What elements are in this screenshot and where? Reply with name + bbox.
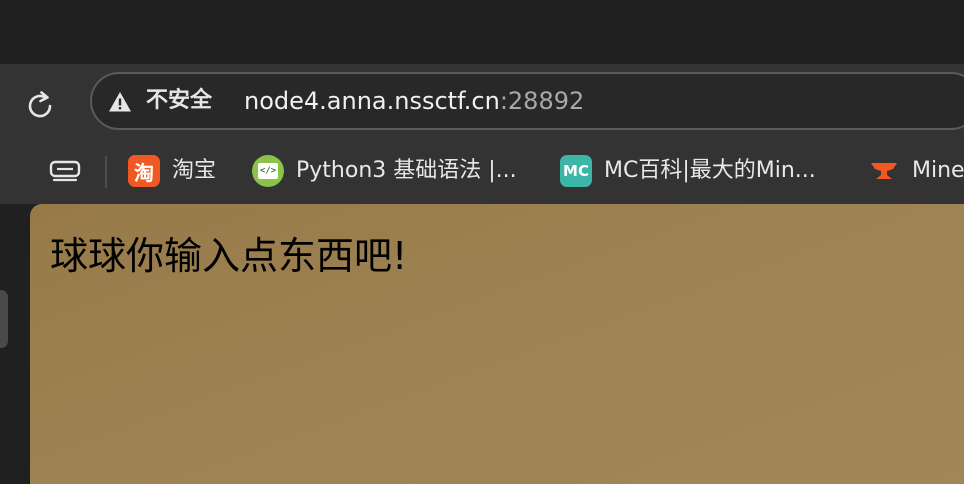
mcmod-icon: MC [560, 155, 592, 187]
page-message: 球球你输入点东西吧! [50, 234, 408, 278]
browser-toolbar: 不安全 node4.anna.nssctf.cn:28892 [0, 64, 964, 142]
bookmark-label: MC百科|最大的Min... [604, 158, 816, 183]
bookmarks-divider [105, 156, 107, 188]
bookmarks-bar: 淘 淘宝 </> Python3 基础语法 |... MC MC百科|最大的Mi… [0, 142, 964, 204]
apps-icon[interactable] [48, 156, 82, 186]
security-status-label[interactable]: 不安全 [146, 86, 212, 116]
runoob-code-icon: </> [252, 155, 284, 187]
bookmark-python3[interactable]: </> Python3 基础语法 |... [252, 154, 517, 188]
mcmod-icon-glyph: MC [563, 162, 589, 180]
bookmark-mine[interactable]: Mine [868, 154, 964, 188]
runoob-code-glyph: </> [258, 163, 278, 179]
url-host: node4.anna.nssctf.cn [244, 87, 500, 115]
bookmark-label: 淘宝 [172, 158, 217, 183]
url-text[interactable]: node4.anna.nssctf.cn:28892 [244, 86, 584, 116]
bookmark-label: Mine [912, 158, 964, 183]
taobao-icon: 淘 [128, 155, 160, 187]
bookmark-mcmod[interactable]: MC MC百科|最大的Min... [560, 154, 816, 188]
anvil-icon [868, 155, 900, 187]
reload-icon [28, 91, 52, 118]
address-bar[interactable]: 不安全 node4.anna.nssctf.cn:28892 [90, 72, 964, 130]
taobao-icon-glyph: 淘 [134, 160, 154, 185]
bookmark-label: Python3 基础语法 |... [296, 158, 517, 183]
reload-button[interactable] [20, 86, 60, 126]
url-port: :28892 [499, 87, 585, 115]
window-titlebar [0, 0, 964, 64]
warning-icon[interactable] [108, 90, 132, 114]
page-content: 球球你输入点东西吧! [30, 204, 964, 484]
bookmark-taobao[interactable]: 淘 淘宝 [128, 154, 216, 188]
side-panel-handle[interactable] [0, 290, 8, 348]
